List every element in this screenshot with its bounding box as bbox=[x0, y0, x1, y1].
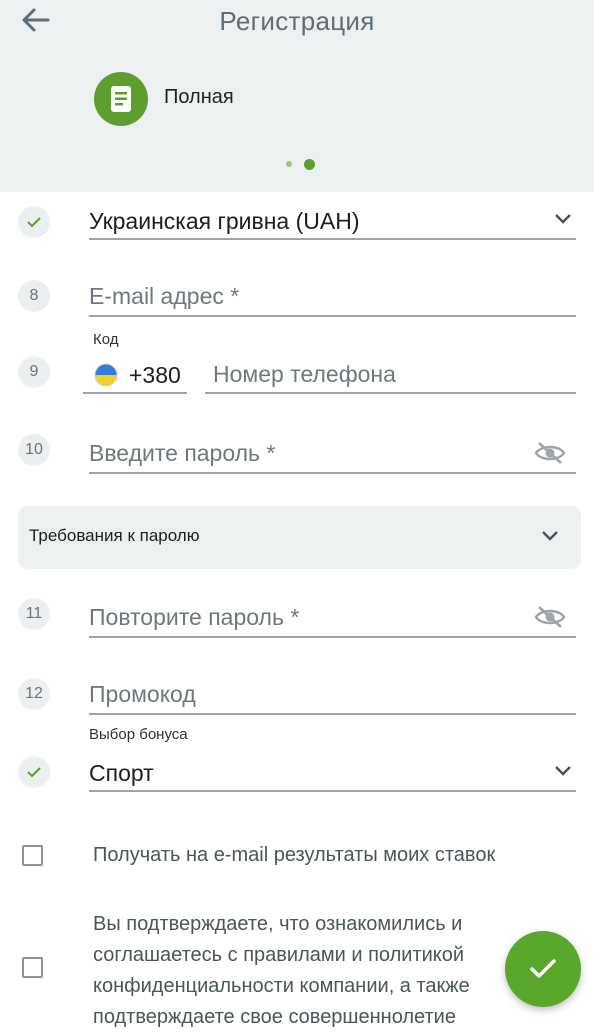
bonus-value: Спорт bbox=[89, 760, 154, 786]
repeat-password-field[interactable]: Повторите пароль * bbox=[89, 596, 576, 638]
step-number-12: 12 bbox=[18, 678, 50, 710]
checkmark-icon bbox=[530, 959, 556, 978]
confirm-button[interactable] bbox=[505, 931, 581, 1007]
bonus-row: Спорт bbox=[0, 750, 594, 794]
step-number-8: 8 bbox=[18, 280, 50, 312]
terms-checkbox[interactable] bbox=[22, 957, 43, 978]
bonus-done-badge bbox=[18, 756, 50, 788]
chevron-down-icon bbox=[555, 766, 571, 776]
pager-dot-1[interactable] bbox=[286, 161, 292, 167]
phone-number-placeholder: Номер телефона bbox=[213, 361, 396, 387]
checkmark-icon bbox=[27, 767, 41, 778]
promo-code-placeholder: Промокод bbox=[89, 681, 196, 707]
password-field[interactable]: Введите пароль * bbox=[89, 432, 576, 474]
currency-row: Украинская гривна (UAH) bbox=[0, 198, 594, 248]
currency-done-badge bbox=[18, 206, 50, 238]
repeat-password-row: 11 Повторите пароль * bbox=[0, 596, 594, 640]
registration-type-icon[interactable] bbox=[94, 72, 148, 126]
terms-label[interactable]: Вы подтверждаете, что ознакомились и сог… bbox=[93, 909, 513, 1033]
bonus-label: Выбор бонуса bbox=[89, 726, 188, 743]
email-placeholder: E-mail адрес * bbox=[89, 283, 240, 309]
email-results-checkbox[interactable] bbox=[22, 845, 43, 866]
chevron-down-icon bbox=[555, 214, 571, 224]
currency-select[interactable]: Украинская гривна (UAH) bbox=[89, 198, 576, 240]
email-field[interactable]: E-mail адрес * bbox=[89, 276, 576, 317]
step-number-11: 11 bbox=[18, 598, 50, 630]
promo-row: 12 Промокод bbox=[0, 674, 594, 718]
step-number-9: 9 bbox=[18, 356, 50, 388]
document-icon bbox=[111, 86, 131, 112]
phone-row: 9 +380 Номер телефона bbox=[0, 354, 594, 398]
currency-value: Украинская гривна (UAH) bbox=[89, 208, 360, 234]
email-results-label[interactable]: Получать на e-mail результаты моих ставо… bbox=[93, 840, 495, 871]
eye-off-icon[interactable] bbox=[534, 605, 566, 629]
password-requirements-label: Требования к паролю bbox=[29, 526, 200, 545]
registration-type-label[interactable]: Полная bbox=[164, 86, 234, 109]
password-placeholder: Введите пароль * bbox=[89, 440, 276, 466]
registration-header: Регистрация Полная bbox=[0, 0, 594, 192]
pager-dot-2[interactable] bbox=[304, 159, 315, 170]
phone-code-label: Код bbox=[93, 331, 119, 348]
promo-code-field[interactable]: Промокод bbox=[89, 674, 576, 715]
chevron-down-icon bbox=[542, 531, 558, 541]
checkmark-icon bbox=[27, 217, 41, 228]
step-number-10: 10 bbox=[18, 434, 50, 466]
phone-number-field[interactable]: Номер телефона bbox=[205, 354, 576, 394]
ukraine-flag-icon bbox=[94, 363, 118, 387]
password-row: 10 Введите пароль * bbox=[0, 432, 594, 476]
phone-code-value: +380 bbox=[129, 362, 181, 388]
bonus-select[interactable]: Спорт bbox=[89, 750, 576, 792]
password-requirements-toggle[interactable]: Требования к паролю bbox=[18, 506, 581, 569]
page-title: Регистрация bbox=[219, 6, 375, 36]
repeat-password-placeholder: Повторите пароль * bbox=[89, 604, 300, 630]
email-row: 8 E-mail адрес * bbox=[0, 276, 594, 320]
phone-code-select[interactable]: +380 bbox=[83, 354, 187, 394]
eye-off-icon[interactable] bbox=[534, 441, 566, 465]
